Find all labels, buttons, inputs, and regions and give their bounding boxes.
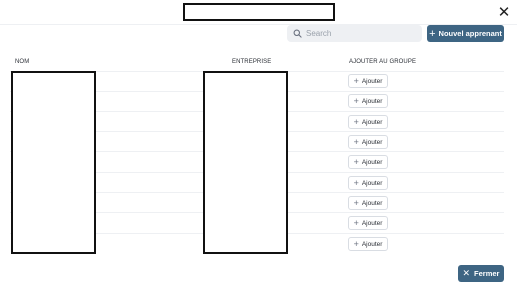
column-header-entreprise: ENTREPRISE	[232, 59, 272, 65]
search-bar[interactable]	[287, 25, 422, 42]
add-to-group-button[interactable]: + Ajouter	[348, 155, 388, 169]
add-to-group-button[interactable]: + Ajouter	[348, 115, 388, 129]
plus-icon: +	[353, 178, 359, 188]
add-to-group-button[interactable]: + Ajouter	[348, 135, 388, 149]
column-header-nom: NOM	[15, 59, 30, 65]
close-icon[interactable]: ✕	[496, 5, 512, 21]
add-to-group-button[interactable]: + Ajouter	[348, 237, 388, 251]
plus-icon: +	[353, 157, 359, 167]
add-to-group-button[interactable]: + Ajouter	[348, 94, 388, 108]
plus-icon: +	[429, 27, 436, 40]
add-label: Ajouter	[361, 179, 383, 187]
close-icon: ✕	[462, 268, 471, 278]
names-redacted	[11, 71, 96, 254]
add-label: Ajouter	[361, 97, 383, 105]
new-learner-label: Nouvel apprenant	[438, 29, 502, 38]
close-label: Fermer	[474, 269, 500, 278]
add-label: Ajouter	[361, 199, 383, 207]
add-label: Ajouter	[361, 240, 383, 248]
companies-redacted	[203, 71, 288, 254]
plus-icon: +	[353, 198, 359, 208]
plus-icon: +	[353, 239, 359, 249]
modal-title-redacted	[183, 3, 335, 21]
search-input[interactable]	[302, 29, 416, 38]
add-to-group-button[interactable]: + Ajouter	[348, 196, 388, 210]
search-icon	[293, 29, 302, 38]
plus-icon: +	[353, 96, 359, 106]
plus-icon: +	[353, 76, 359, 86]
plus-icon: +	[353, 117, 359, 127]
add-label: Ajouter	[361, 118, 383, 126]
add-to-group-button[interactable]: + Ajouter	[348, 176, 388, 190]
add-label: Ajouter	[361, 77, 383, 85]
add-to-group-button[interactable]: + Ajouter	[348, 74, 388, 88]
add-label: Ajouter	[361, 219, 383, 227]
add-label: Ajouter	[361, 138, 383, 146]
plus-icon: +	[353, 218, 359, 228]
add-to-group-button[interactable]: + Ajouter	[348, 216, 388, 230]
new-learner-button[interactable]: + Nouvel apprenant	[427, 25, 504, 42]
column-header-ajouter: AJOUTER AU GROUPE	[349, 59, 417, 65]
plus-icon: +	[353, 137, 359, 147]
close-modal-button[interactable]: ✕ Fermer	[458, 265, 504, 282]
add-label: Ajouter	[361, 158, 383, 166]
